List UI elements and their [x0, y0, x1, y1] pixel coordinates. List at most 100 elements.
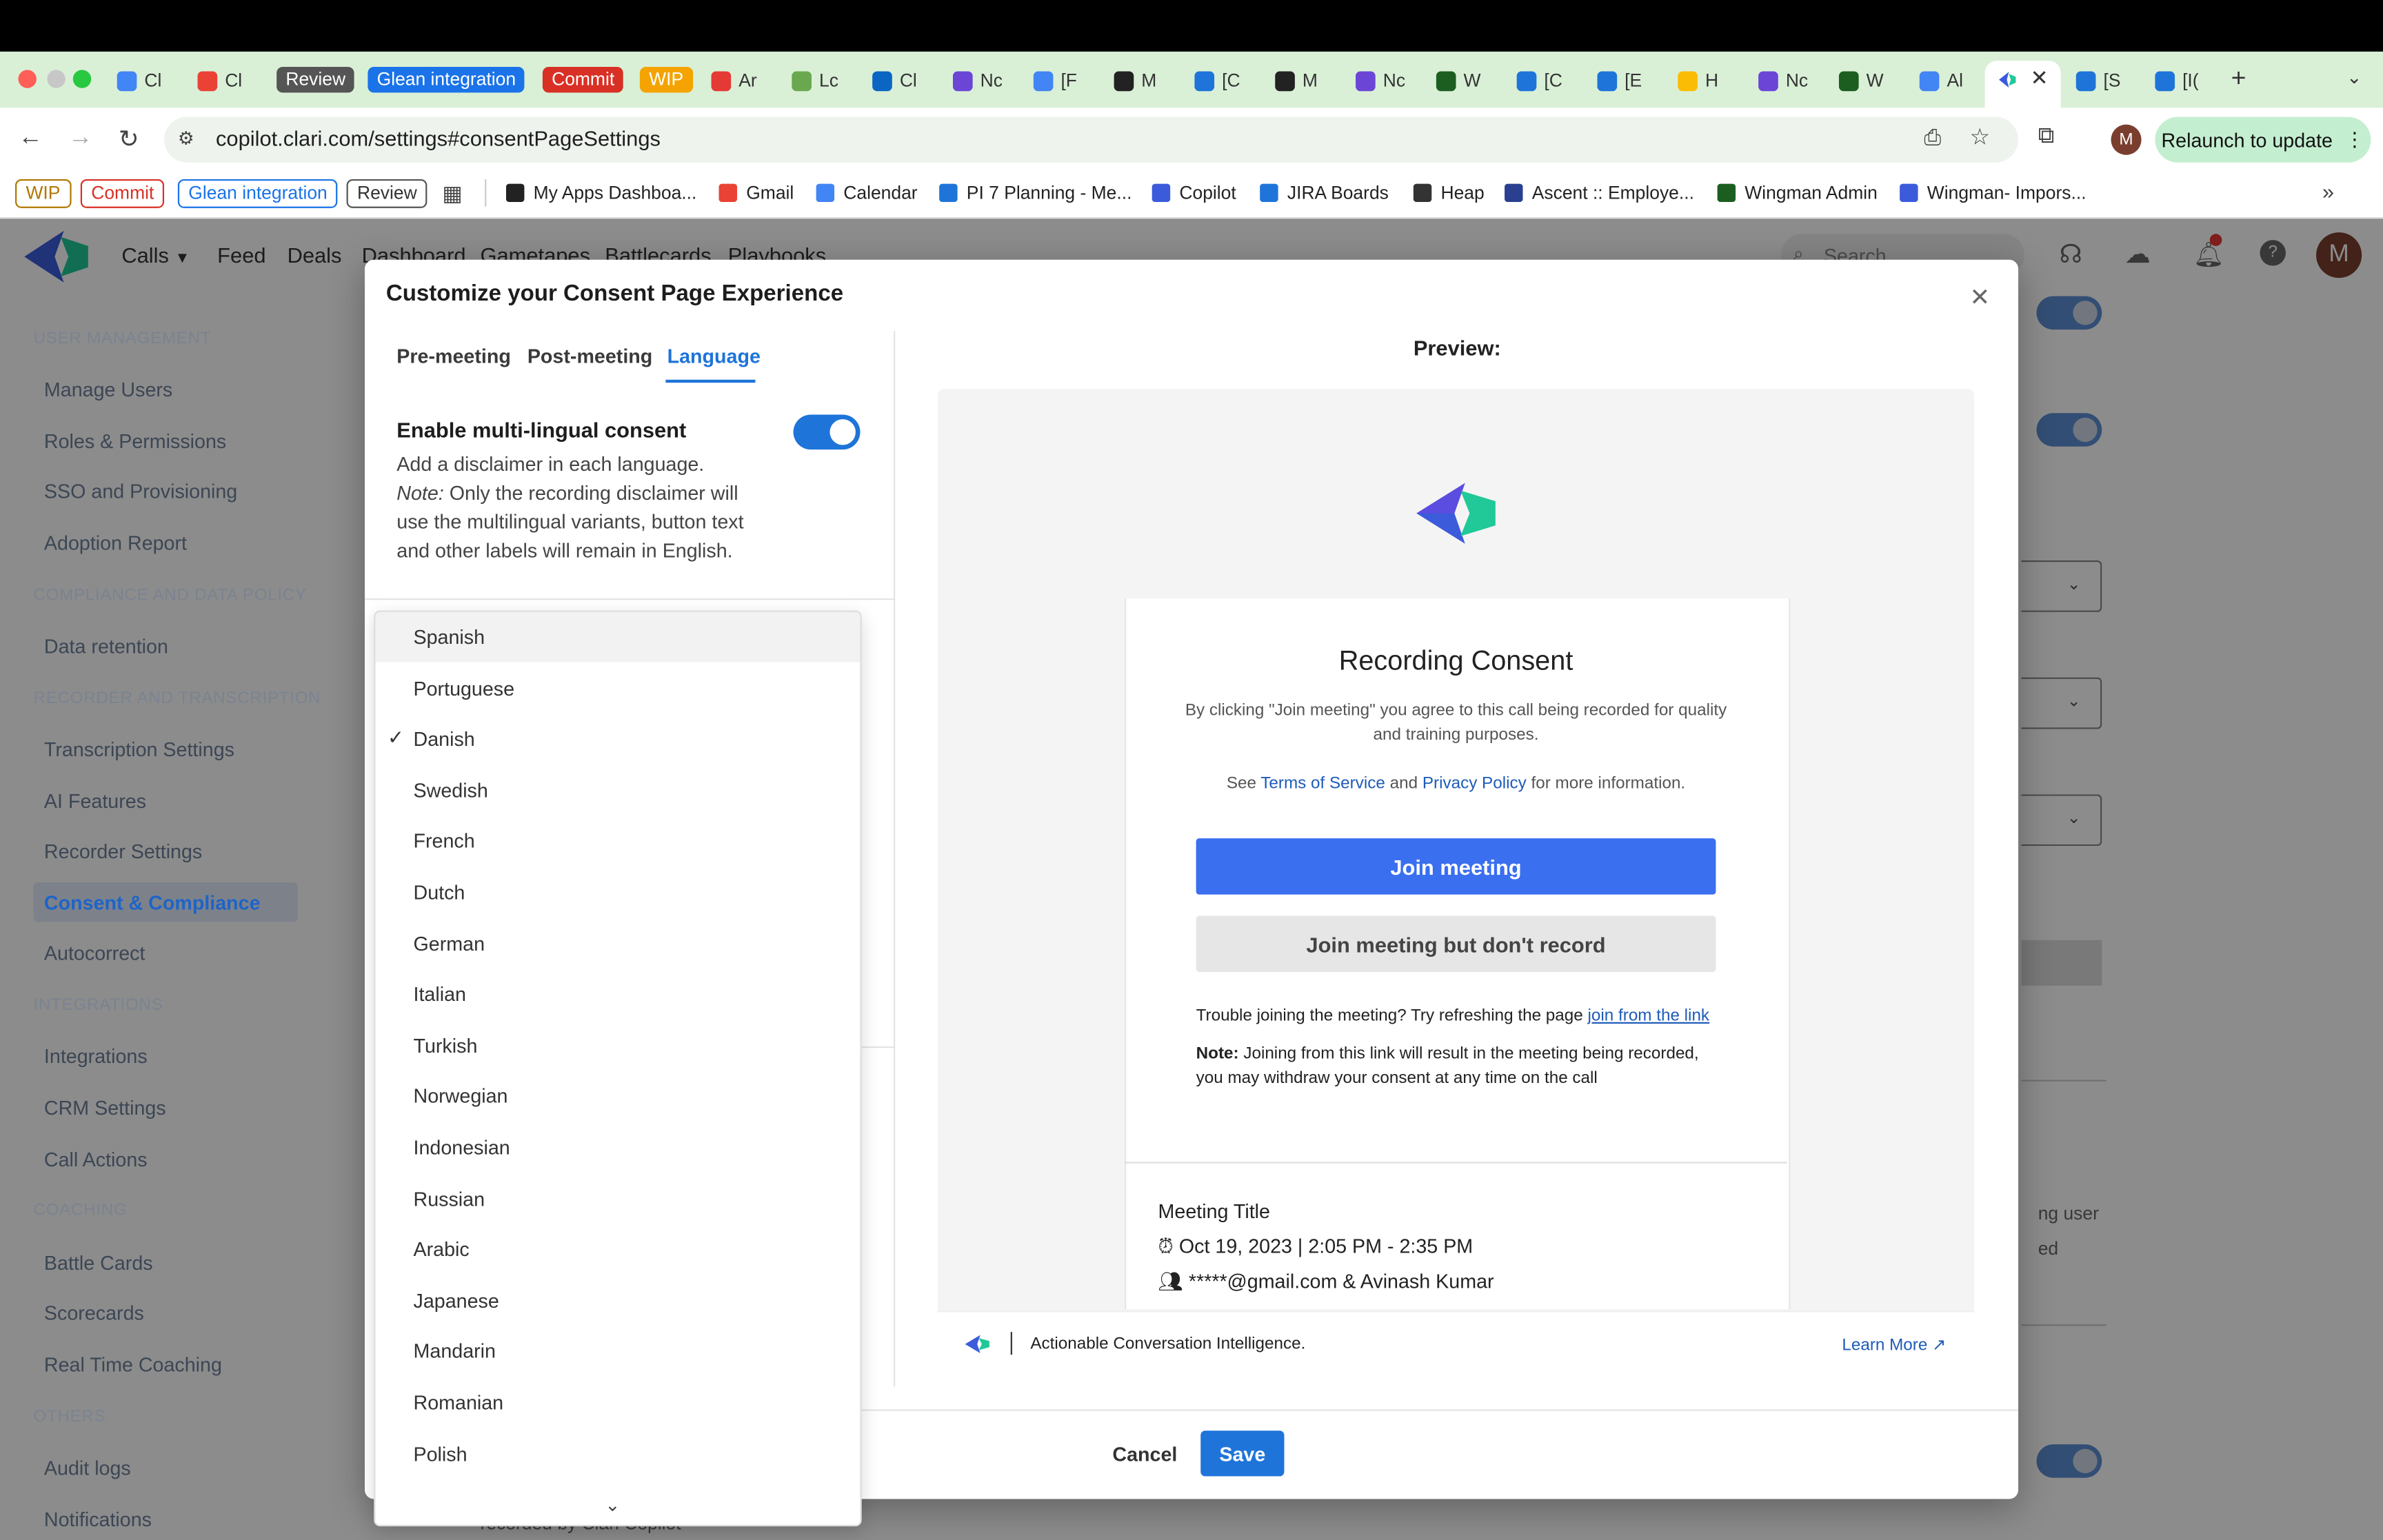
active-browser-tab[interactable]: ✕ [1984, 61, 2061, 108]
apps-grid-icon[interactable]: ▦ [442, 181, 462, 206]
forward-icon[interactable]: → [68, 125, 92, 152]
language-option[interactable]: Dutch [375, 867, 860, 918]
tab-pre-meeting[interactable]: Pre-meeting [396, 345, 511, 367]
language-option[interactable]: Japanese [375, 1275, 860, 1326]
tab-language[interactable]: Language [667, 345, 761, 367]
bookmark-item[interactable]: Calendar [816, 182, 918, 203]
browser-tab[interactable]: Cl [197, 62, 242, 99]
browser-tab[interactable]: Nc [1758, 62, 1808, 99]
browser-tab[interactable]: Ar [711, 62, 757, 99]
sidebar-item[interactable]: Transcription Settings [44, 738, 234, 761]
language-option[interactable]: Indonesian [375, 1122, 860, 1173]
tab-search-icon[interactable]: ⌄ [2346, 67, 2362, 88]
tab-group-pill[interactable]: Glean integration [368, 66, 525, 93]
browser-tab[interactable]: [I( [2155, 62, 2199, 99]
bookmark-item[interactable]: Heap [1413, 182, 1485, 203]
language-option[interactable]: French [375, 816, 860, 867]
browser-tab[interactable]: Cl [872, 62, 917, 99]
language-option[interactable]: Spanish [375, 611, 861, 662]
tab-group-pill[interactable]: WIP [639, 66, 693, 93]
browser-tab[interactable]: [S [2075, 62, 2120, 99]
sidebar-item[interactable]: Adoption Report [44, 531, 187, 554]
join-from-link[interactable]: join from the link [1588, 1007, 1710, 1025]
site-info-icon[interactable]: ⚙ [178, 128, 194, 149]
sidebar-item[interactable]: Data retention [44, 635, 168, 658]
browser-tab[interactable]: [F [1033, 62, 1077, 99]
sidebar-item[interactable]: SSO and Provisioning [44, 480, 237, 503]
sidebar-item[interactable]: Call Actions [44, 1148, 148, 1171]
browser-tab[interactable]: Cl [117, 62, 161, 99]
join-meeting-button[interactable]: Join meeting [1196, 838, 1716, 895]
sidebar-item[interactable]: Recorder Settings [44, 840, 202, 862]
learn-more-link[interactable]: Learn More ↗ [1842, 1335, 1946, 1355]
join-without-recording-button[interactable]: Join meeting but don't record [1196, 915, 1716, 973]
install-app-icon[interactable]: ⎙ [1924, 125, 1941, 150]
language-option[interactable]: Romanian [375, 1377, 860, 1428]
browser-tab[interactable]: Lc [792, 62, 838, 99]
bookmark-item[interactable]: Copilot [1152, 182, 1236, 203]
sidebar-item[interactable]: Audit logs [44, 1457, 131, 1479]
save-button[interactable]: Save [1200, 1430, 1285, 1477]
browser-tab[interactable]: W [1838, 62, 1884, 99]
bookmark-item[interactable]: PI 7 Planning - Me... [939, 182, 1132, 203]
terms-link[interactable]: Terms of Service [1260, 775, 1385, 793]
relaunch-button[interactable]: Relaunch to update ⋮ [2155, 116, 2371, 163]
privacy-link[interactable]: Privacy Policy [1422, 775, 1527, 793]
sidebar-item[interactable]: Scorecards [44, 1301, 144, 1324]
bookmark-item[interactable]: Ascent :: Employe... [1505, 182, 1694, 203]
browser-tab[interactable]: [C [1194, 62, 1240, 99]
bookmark-folder-chip[interactable]: Review [346, 179, 428, 208]
minimize-window-button[interactable] [47, 70, 66, 88]
language-option[interactable]: Mandarin [375, 1326, 860, 1377]
tab-post-meeting[interactable]: Post-meeting [527, 345, 652, 367]
language-option[interactable]: ✓ Danish [375, 714, 860, 764]
sidebar-item[interactable]: Battle Cards [44, 1251, 153, 1274]
language-option[interactable]: Polish [375, 1428, 860, 1479]
language-option[interactable]: Arabic [375, 1224, 860, 1275]
language-option[interactable]: Italian [375, 969, 860, 1020]
bookmark-item[interactable]: Wingman Admin [1717, 182, 1878, 203]
maximize-window-button[interactable] [72, 70, 92, 88]
bookmark-folder-chip[interactable]: Glean integration [177, 179, 339, 208]
reload-icon[interactable]: ↻ [119, 125, 139, 155]
language-option[interactable]: Russian [375, 1173, 860, 1224]
scroll-down-chevron-icon[interactable]: ⌄ [605, 1495, 620, 1516]
browser-tab[interactable]: Nc [1356, 62, 1405, 99]
sidebar-item[interactable]: AI Features [44, 790, 146, 813]
browser-tab[interactable]: [E [1597, 62, 1642, 99]
language-option[interactable]: Portuguese [375, 663, 860, 713]
tab-group-pill[interactable]: Commit [542, 66, 624, 93]
sidebar-item[interactable]: Real Time Coaching [44, 1353, 222, 1376]
browser-tab[interactable]: Nc [952, 62, 1003, 99]
browser-tab[interactable]: M [1275, 62, 1318, 99]
more-bookmarks-icon[interactable]: » [2322, 179, 2334, 203]
extensions-icon[interactable]: ⧉ [2038, 123, 2055, 148]
language-option[interactable]: Swedish [375, 765, 860, 815]
language-option[interactable]: German [375, 918, 860, 969]
cancel-button[interactable]: Cancel [1112, 1443, 1177, 1466]
sidebar-item[interactable]: Autocorrect [44, 942, 145, 964]
sidebar-item[interactable]: Manage Users [44, 378, 172, 401]
bookmark-item[interactable]: My Apps Dashboa... [505, 182, 696, 203]
multilingual-toggle[interactable] [793, 414, 861, 450]
browser-tab[interactable]: H [1678, 62, 1718, 99]
browser-tab[interactable]: [C [1516, 62, 1562, 99]
language-option[interactable]: Turkish [375, 1020, 860, 1071]
profile-avatar[interactable]: M [2111, 124, 2142, 155]
bookmark-star-icon[interactable]: ☆ [1970, 123, 1991, 150]
bookmark-item[interactable]: JIRA Boards [1260, 182, 1389, 203]
browser-tab[interactable]: M [1114, 62, 1156, 99]
bookmark-folder-chip[interactable]: Commit [80, 179, 165, 208]
close-icon[interactable]: ✕ [1970, 283, 1991, 313]
sidebar-item[interactable]: Consent & Compliance [44, 891, 261, 914]
new-tab-icon[interactable]: + [2231, 64, 2246, 94]
bookmark-item[interactable]: Wingman- Impors... [1900, 182, 2087, 203]
bookmark-folder-chip[interactable]: WIP [15, 179, 71, 208]
language-option[interactable]: Norwegian [375, 1071, 860, 1122]
back-icon[interactable]: ← [18, 125, 42, 152]
close-tab-icon[interactable]: ✕ [2031, 65, 2049, 91]
bookmark-item[interactable]: Gmail [718, 182, 794, 203]
browser-tab[interactable]: W [1436, 62, 1481, 99]
sidebar-item[interactable]: Roles & Permissions [44, 430, 226, 453]
sidebar-item[interactable]: CRM Settings [44, 1097, 166, 1119]
